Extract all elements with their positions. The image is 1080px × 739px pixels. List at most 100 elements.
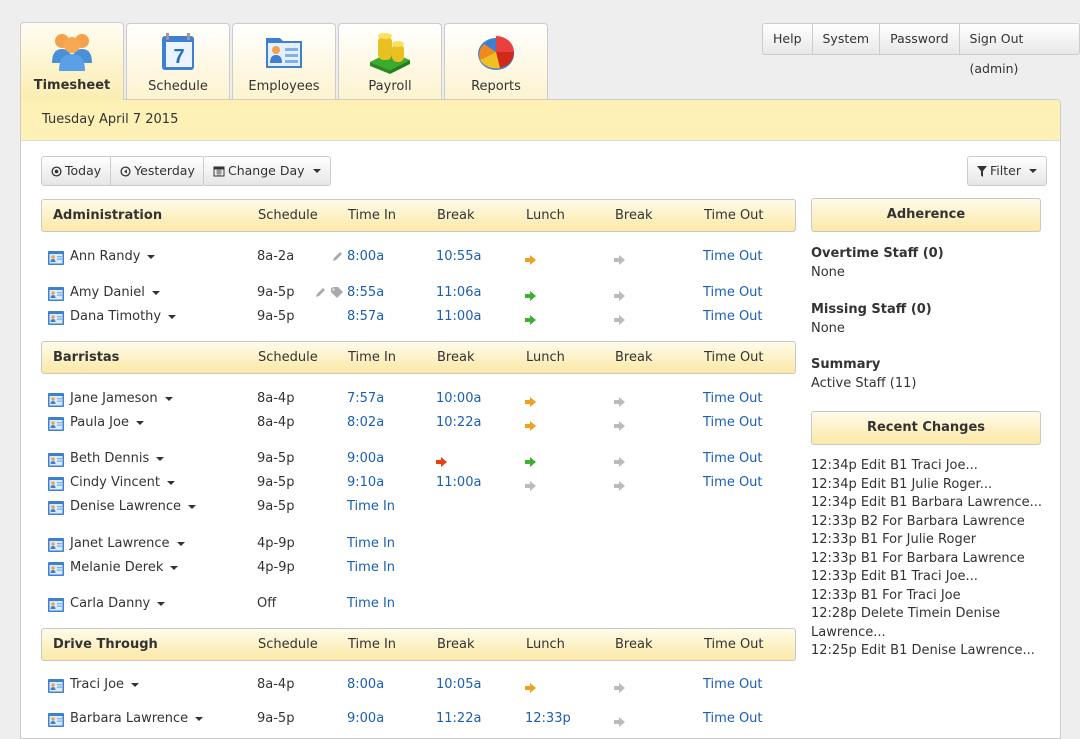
arrow-right-gray-icon[interactable] <box>614 716 625 727</box>
sign-out-button[interactable]: Sign Out (admin) <box>958 24 1079 76</box>
recent-change-item[interactable]: 12:34p Edit B1 Julie Roger... <box>811 476 1046 495</box>
arrow-right-gray-icon[interactable] <box>614 420 625 431</box>
time-in-value[interactable]: 8:00a <box>347 249 384 264</box>
time-in-value[interactable]: 8:57a <box>347 309 384 324</box>
employee-name-dropdown[interactable]: Barbara Lawrence <box>70 711 204 726</box>
time-in-value[interactable]: 8:02a <box>347 415 384 430</box>
break1-value[interactable]: 11:00a <box>436 475 481 490</box>
time-in-link[interactable]: Time In <box>347 560 395 575</box>
employee-name-dropdown[interactable]: Denise Lawrence <box>70 499 197 514</box>
employee-card-icon[interactable] <box>48 713 64 727</box>
arrow-right-orange-icon[interactable] <box>525 420 536 431</box>
employee-card-icon[interactable] <box>48 393 64 407</box>
time-in-value[interactable]: 8:00a <box>347 677 384 692</box>
arrow-right-gray-icon[interactable] <box>525 480 536 491</box>
recent-change-item[interactable]: 12:25p Edit B1 Denise Lawrence... <box>811 642 1046 661</box>
help-button[interactable]: Help <box>763 24 812 54</box>
arrow-right-orange-icon[interactable] <box>525 396 536 407</box>
break1-value[interactable]: 10:00a <box>436 391 481 406</box>
tag-icon[interactable] <box>331 286 343 302</box>
recent-change-item[interactable]: 12:33p B1 For Julie Roger <box>811 531 1046 550</box>
time-out-link[interactable]: Time Out <box>703 285 763 300</box>
system-button[interactable]: System <box>811 24 880 54</box>
arrow-right-gray-icon[interactable] <box>614 396 625 407</box>
recent-change-item[interactable]: 12:33p B1 For Barbara Lawrence <box>811 550 1046 569</box>
employee-card-icon[interactable] <box>48 679 64 693</box>
time-out-link[interactable]: Time Out <box>703 415 763 430</box>
employee-name-dropdown[interactable]: Ann Randy <box>70 249 156 264</box>
employee-name-dropdown[interactable]: Dana Timothy <box>70 309 177 324</box>
time-in-value[interactable]: 9:10a <box>347 475 384 490</box>
employee-name-dropdown[interactable]: Jane Jameson <box>70 391 173 406</box>
lunch-value[interactable]: 12:33p <box>525 711 571 726</box>
time-in-value[interactable]: 8:55a <box>347 285 384 300</box>
arrow-right-gray-icon[interactable] <box>614 456 625 467</box>
employee-card-icon[interactable] <box>48 251 64 265</box>
today-button[interactable]: Today <box>42 157 110 185</box>
time-in-value[interactable]: 9:00a <box>347 451 384 466</box>
employee-card-icon[interactable] <box>48 598 64 612</box>
time-in-link[interactable]: Time In <box>347 499 395 514</box>
arrow-right-green-icon[interactable] <box>525 456 536 467</box>
recent-change-item[interactable]: 12:34p Edit B1 Barbara Lawrence... <box>811 494 1046 513</box>
time-out-link[interactable]: Time Out <box>703 391 763 406</box>
time-in-link[interactable]: Time In <box>347 596 395 611</box>
employee-name-dropdown[interactable]: Paula Joe <box>70 415 144 430</box>
break1-value[interactable]: 11:00a <box>436 309 481 324</box>
arrow-right-green-icon[interactable] <box>525 314 536 325</box>
employee-card-icon[interactable] <box>48 417 64 431</box>
recent-change-item[interactable]: 12:28p Delete Timein Denise Lawrence... <box>811 605 1046 642</box>
time-in-value[interactable]: 7:57a <box>347 391 384 406</box>
break1-value[interactable]: 10:22a <box>436 415 481 430</box>
time-out-link[interactable]: Time Out <box>703 309 763 324</box>
pencil-icon[interactable] <box>332 251 343 266</box>
arrow-right-green-icon[interactable] <box>525 290 536 301</box>
employee-name-dropdown[interactable]: Melanie Derek <box>70 560 179 575</box>
break1-value[interactable]: 11:06a <box>436 285 481 300</box>
employee-name-dropdown[interactable]: Carla Danny <box>70 596 166 611</box>
change-day-button[interactable]: Change Day <box>203 156 331 186</box>
password-button[interactable]: Password <box>879 24 958 54</box>
break1-value[interactable]: 10:05a <box>436 677 481 692</box>
time-in-value[interactable]: 9:00a <box>347 711 384 726</box>
time-out-link[interactable]: Time Out <box>703 475 763 490</box>
arrow-right-gray-icon[interactable] <box>614 254 625 265</box>
pencil-icon[interactable] <box>315 287 326 302</box>
yesterday-button[interactable]: Yesterday <box>110 157 204 185</box>
recent-change-item[interactable]: 12:33p Edit B1 Traci Joe... <box>811 568 1046 587</box>
arrow-right-gray-icon[interactable] <box>614 314 625 325</box>
employee-card-icon[interactable] <box>48 477 64 491</box>
employee-card-icon[interactable] <box>48 501 64 515</box>
employee-name-dropdown[interactable]: Traci Joe <box>70 677 140 692</box>
employee-name-dropdown[interactable]: Cindy Vincent <box>70 475 175 490</box>
arrow-right-red-icon[interactable] <box>436 456 447 467</box>
time-out-link[interactable]: Time Out <box>703 451 763 466</box>
break1-value[interactable]: 10:55a <box>436 249 481 264</box>
tab-timesheet[interactable]: Timesheet <box>20 22 124 100</box>
arrow-right-gray-icon[interactable] <box>614 290 625 301</box>
employee-name-dropdown[interactable]: Amy Daniel <box>70 285 160 300</box>
arrow-right-orange-icon[interactable] <box>525 682 536 693</box>
time-out-link[interactable]: Time Out <box>703 249 763 264</box>
filter-button[interactable]: Filter <box>967 156 1047 186</box>
employee-card-icon[interactable] <box>48 287 64 301</box>
recent-change-item[interactable]: 12:34p Edit B1 Traci Joe... <box>811 457 1046 476</box>
tab-reports[interactable]: Reports <box>444 23 548 99</box>
employee-card-icon[interactable] <box>48 453 64 467</box>
tab-schedule[interactable]: 7 Schedule <box>126 23 230 99</box>
employee-card-icon[interactable] <box>48 562 64 576</box>
employee-name-dropdown[interactable]: Beth Dennis <box>70 451 165 466</box>
recent-change-item[interactable]: 12:33p B2 For Barbara Lawrence <box>811 513 1046 532</box>
tab-employees[interactable]: Employees <box>232 23 336 99</box>
break1-value[interactable]: 11:22a <box>436 711 481 726</box>
employee-card-icon[interactable] <box>48 538 64 552</box>
time-in-link[interactable]: Time In <box>347 536 395 551</box>
employee-card-icon[interactable] <box>48 311 64 325</box>
recent-change-item[interactable]: 12:33p B1 For Traci Joe <box>811 587 1046 606</box>
tab-payroll[interactable]: Payroll <box>338 23 442 99</box>
arrow-right-gray-icon[interactable] <box>614 480 625 491</box>
arrow-right-orange-icon[interactable] <box>525 254 536 265</box>
arrow-right-gray-icon[interactable] <box>614 682 625 693</box>
time-out-link[interactable]: Time Out <box>703 711 763 726</box>
employee-name-dropdown[interactable]: Janet Lawrence <box>70 536 185 551</box>
